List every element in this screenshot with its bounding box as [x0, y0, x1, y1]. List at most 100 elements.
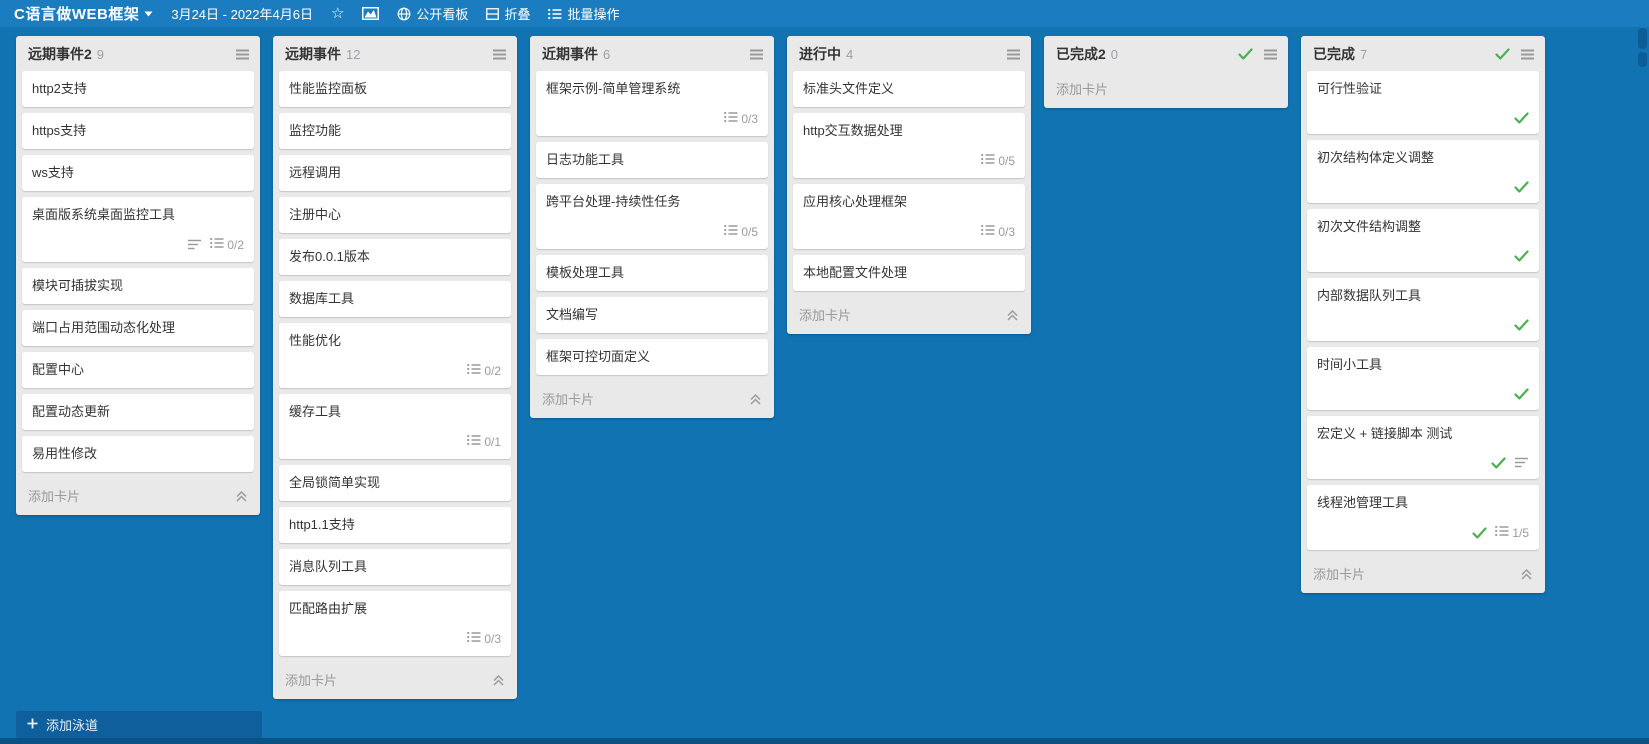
card-title: 端口占用范围动态化处理 — [32, 320, 176, 335]
card[interactable]: 全局锁简单实现 — [279, 465, 511, 501]
card[interactable]: 远程调用 — [279, 155, 511, 191]
column-menu-button[interactable] — [1006, 48, 1021, 61]
collapse-column-button[interactable] — [492, 674, 505, 686]
card[interactable]: 日志功能工具 — [536, 142, 768, 178]
card-title: 配置中心 — [32, 362, 85, 377]
add-card-button[interactable]: 添加卡片 — [1056, 79, 1276, 98]
card[interactable]: 初次结构体定义调整 — [1307, 140, 1539, 203]
card[interactable]: 端口占用范围动态化处理 — [22, 310, 254, 346]
vertical-scrollbar-thumb[interactable] — [1638, 28, 1647, 49]
done-check-icon — [1514, 249, 1529, 262]
card[interactable]: 配置动态更新 — [22, 394, 254, 430]
add-card-button[interactable]: 添加卡片 — [799, 305, 1006, 324]
card[interactable]: ws支持 — [22, 155, 254, 191]
card[interactable]: 缓存工具 0/1 — [279, 394, 511, 459]
card[interactable]: 配置中心 — [22, 352, 254, 388]
column-menu-button[interactable] — [749, 48, 764, 61]
card[interactable]: 可行性验证 — [1307, 71, 1539, 134]
batch-operations-button[interactable]: 批量操作 — [548, 4, 619, 23]
card[interactable]: 应用核心处理框架 0/3 — [793, 184, 1025, 249]
add-card-button[interactable]: 添加卡片 — [1313, 564, 1520, 583]
card-badges: 0/1 — [289, 434, 501, 449]
card[interactable]: https支持 — [22, 113, 254, 149]
card[interactable]: http2支持 — [22, 71, 254, 107]
public-board-button[interactable]: 公开看板 — [397, 4, 468, 23]
checklist-badge: 1/5 — [1495, 525, 1529, 540]
kanban-column: 已完成2 0 添加卡片 — [1044, 36, 1288, 108]
card[interactable]: 跨平台处理-持续性任务 0/5 — [536, 184, 768, 249]
card[interactable]: 宏定义 + 链接脚本 测试 — [1307, 416, 1539, 479]
column-menu-button[interactable] — [235, 48, 250, 61]
card[interactable]: http交互数据处理 0/5 — [793, 113, 1025, 178]
card-title: 缓存工具 — [289, 404, 342, 419]
fold-icon — [486, 7, 500, 20]
card[interactable]: http1.1支持 — [279, 507, 511, 543]
statistics-button[interactable] — [362, 7, 380, 20]
collapse-column-button[interactable] — [235, 490, 248, 502]
date-range[interactable]: 3月24日 - 2022年4月6日 — [171, 4, 313, 23]
card[interactable]: 发布0.0.1版本 — [279, 239, 511, 275]
card[interactable]: 模板处理工具 — [536, 255, 768, 291]
card[interactable]: 性能监控面板 — [279, 71, 511, 107]
checklist-count: 0/1 — [484, 434, 501, 449]
card[interactable]: 线程池管理工具 1/5 — [1307, 485, 1539, 550]
card[interactable]: 框架可控切面定义 — [536, 339, 768, 375]
card[interactable]: 易用性修改 — [22, 436, 254, 472]
card[interactable]: 初次文件结构调整 — [1307, 209, 1539, 272]
column-menu-button[interactable] — [492, 48, 507, 61]
column-done-check-icon — [1238, 48, 1253, 60]
checklist-count: 0/3 — [741, 111, 758, 126]
card[interactable]: 内部数据队列工具 — [1307, 278, 1539, 341]
horizontal-scrollbar-track[interactable] — [0, 738, 1649, 744]
column-footer: 添加卡片 — [1044, 71, 1288, 108]
card[interactable]: 匹配路由扩展 0/3 — [279, 591, 511, 656]
add-lane-button[interactable]: 添加泳道 — [16, 711, 262, 738]
card[interactable]: 模块可插拔实现 — [22, 268, 254, 304]
fold-button[interactable]: 折叠 — [486, 4, 530, 23]
card-list: http2支持 https支持 ws支持桌面版系统桌面监控工具 0/2 模块可插拔实现端… — [16, 71, 260, 472]
card-title: 配置动态更新 — [32, 404, 111, 419]
card[interactable]: 性能优化 0/2 — [279, 323, 511, 388]
column-title: 远期事件 — [285, 46, 341, 62]
column-title: 近期事件 — [542, 46, 598, 62]
add-card-button[interactable]: 添加卡片 — [285, 670, 492, 689]
card[interactable]: 时间小工具 — [1307, 347, 1539, 410]
card-title: http1.1支持 — [289, 517, 355, 532]
card-badges: 0/5 — [546, 224, 758, 239]
add-lane-label: 添加泳道 — [46, 718, 99, 733]
checklist-badge: 0/3 — [981, 224, 1015, 239]
card-badges: 0/2 — [289, 363, 501, 378]
card[interactable]: 注册中心 — [279, 197, 511, 233]
card-title: 应用核心处理框架 — [803, 194, 908, 209]
checklist-badge: 0/5 — [981, 153, 1015, 168]
card[interactable]: 数据库工具 — [279, 281, 511, 317]
checklist-icon — [724, 224, 738, 239]
card[interactable]: 本地配置文件处理 — [793, 255, 1025, 291]
card-badges: 0/3 — [803, 224, 1015, 239]
favorite-star-button[interactable]: ☆ — [331, 6, 344, 21]
column-menu-button[interactable] — [1263, 48, 1278, 61]
card[interactable]: 标准头文件定义 — [793, 71, 1025, 107]
board-title-dropdown[interactable]: C语言做WEB框架 — [14, 3, 153, 24]
collapse-column-button[interactable] — [749, 393, 762, 405]
card[interactable]: 监控功能 — [279, 113, 511, 149]
collapse-column-button[interactable] — [1006, 309, 1019, 321]
card-badges: 1/5 — [1317, 525, 1529, 540]
card[interactable]: 消息队列工具 — [279, 549, 511, 585]
card-title: 桌面版系统桌面监控工具 — [32, 207, 176, 222]
collapse-column-button[interactable] — [1520, 568, 1533, 580]
vertical-scrollbar-thumb[interactable] — [1638, 52, 1647, 67]
description-icon — [1514, 457, 1529, 468]
card-title: 可行性验证 — [1317, 81, 1383, 96]
column-title: 已完成 — [1313, 46, 1355, 62]
kanban-column: 进行中 4 标准头文件定义 http交互数据处理 0/5 应用核心处理框架 0/3 本地配置文… — [787, 36, 1031, 334]
add-card-button[interactable]: 添加卡片 — [542, 389, 749, 408]
add-card-button[interactable]: 添加卡片 — [28, 486, 235, 505]
checklist-icon — [467, 631, 481, 646]
card[interactable]: 文档编写 — [536, 297, 768, 333]
card[interactable]: 桌面版系统桌面监控工具 0/2 — [22, 197, 254, 262]
card[interactable]: 框架示例-简单管理系统 0/3 — [536, 71, 768, 136]
star-icon: ☆ — [330, 4, 345, 22]
column-menu-button[interactable] — [1520, 48, 1535, 61]
card-title: 全局锁简单实现 — [289, 475, 381, 490]
